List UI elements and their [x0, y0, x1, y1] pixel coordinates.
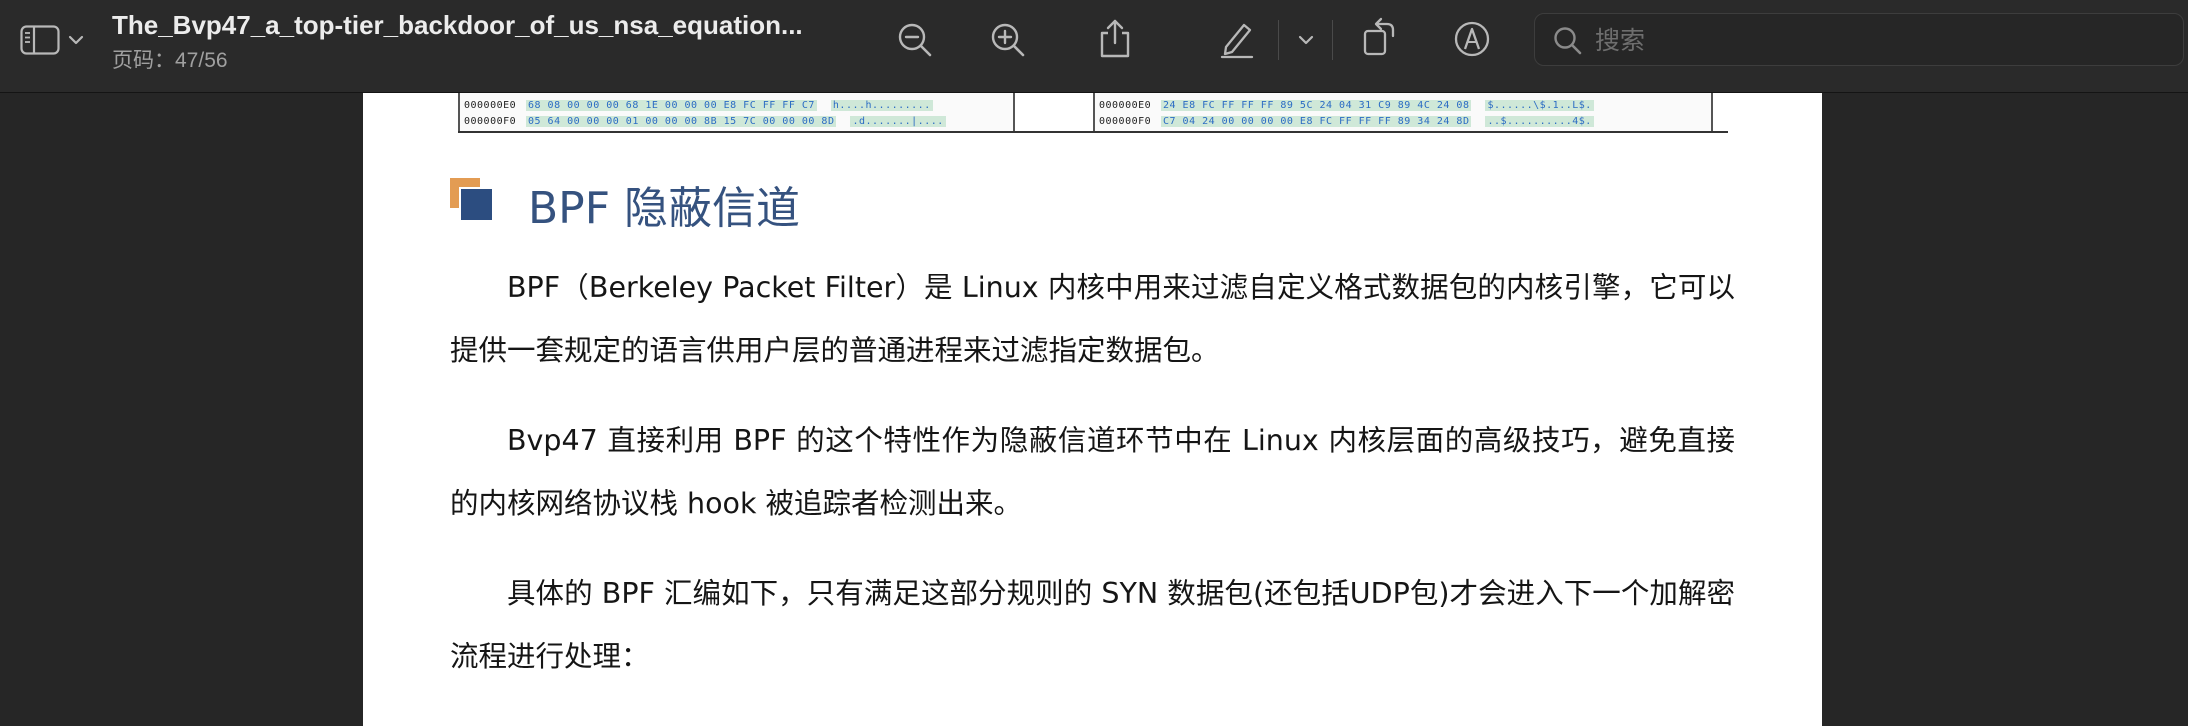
hex-bytes: 68 08 00 00 00 68 1E 00 00 00 E8 FC FF F… [526, 100, 817, 111]
highlight-pen-icon [1218, 19, 1256, 59]
heading-square-icon [450, 178, 496, 224]
search-field[interactable] [1534, 13, 2184, 66]
section-heading: BPF 隐蔽信道 [450, 178, 1050, 238]
hex-address: 000000E0 [1099, 100, 1152, 111]
section-heading-text: BPF 隐蔽信道 [528, 183, 801, 234]
zoom-in-button[interactable] [986, 18, 1030, 62]
hex-bytes: 24 E8 FC FF FF FF 89 5C 24 04 31 C9 89 4… [1161, 100, 1472, 111]
hex-ascii: h....h......... [830, 100, 933, 111]
hex-ascii: $......\$.1..L$. [1485, 100, 1594, 111]
share-button[interactable] [1093, 14, 1137, 62]
hex-ascii: ..$..........4$. [1485, 116, 1594, 127]
chevron-down-icon [68, 35, 84, 45]
toolbar-divider [1278, 20, 1279, 60]
rotate-icon [1361, 16, 1399, 58]
hex-row: 000000F0 05 64 00 00 00 01 00 00 00 8B 1… [464, 114, 946, 129]
hex-address: 000000F0 [1099, 116, 1152, 127]
hex-bytes: 05 64 00 00 00 01 00 00 00 8B 15 7C 00 0… [526, 116, 837, 127]
toolbar: The_Bvp47_a_top-tier_backdoor_of_us_nsa_… [0, 0, 2188, 93]
hex-dump-figure: 000000E0 68 08 00 00 00 68 1E 00 00 00 E… [458, 93, 1728, 133]
hex-row: 000000E0 68 08 00 00 00 68 1E 00 00 00 E… [464, 98, 933, 113]
toolbar-divider [1332, 20, 1333, 60]
sidebar-toggle-button[interactable] [18, 20, 86, 60]
highlight-button[interactable] [1215, 16, 1259, 62]
body-paragraph: 具体的 BPF 汇编如下，只有满足这部分规则的 SYN 数据包(还包括UDP包)… [450, 577, 1735, 673]
markup-button[interactable] [1450, 17, 1494, 61]
hex-row: 000000F0 C7 04 24 00 00 00 00 E8 FC FF F… [1099, 114, 1594, 129]
hex-address: 000000E0 [464, 100, 517, 111]
hex-bytes: C7 04 24 00 00 00 00 E8 FC FF FF FF 89 3… [1161, 116, 1472, 127]
zoom-out-button[interactable] [893, 18, 937, 62]
highlight-options-button[interactable] [1294, 28, 1318, 52]
hex-address: 000000F0 [464, 116, 517, 127]
body-paragraph: BPF（Berkeley Packet Filter）是 Linux 内核中用来… [450, 271, 1735, 367]
hex-ascii: .d.......|.... [850, 116, 946, 127]
hex-panel-left: 000000E0 68 08 00 00 00 68 1E 00 00 00 E… [458, 93, 1015, 131]
page-indicator: 页码：47/56 [112, 49, 228, 72]
search-input[interactable] [1595, 22, 2165, 58]
rotate-button[interactable] [1358, 14, 1402, 60]
hex-row: 000000E0 24 E8 FC FF FF FF 89 5C 24 04 3… [1099, 98, 1594, 113]
chevron-down-icon [1298, 35, 1314, 45]
zoom-out-icon [897, 22, 933, 58]
sidebar-icon [20, 25, 60, 55]
search-icon [1553, 26, 1583, 60]
document-title: The_Bvp47_a_top-tier_backdoor_of_us_nsa_… [112, 10, 803, 40]
pdf-page: 000000E0 68 08 00 00 00 68 1E 00 00 00 E… [363, 93, 1822, 726]
zoom-in-icon [990, 22, 1026, 58]
hex-panel-right: 000000E0 24 E8 FC FF FF FF 89 5C 24 04 3… [1093, 93, 1713, 131]
body-paragraph: Bvp47 直接利用 BPF 的这个特性作为隐蔽信道环节中在 Linux 内核层… [450, 424, 1735, 520]
share-icon [1098, 17, 1132, 59]
markup-icon [1453, 20, 1491, 58]
